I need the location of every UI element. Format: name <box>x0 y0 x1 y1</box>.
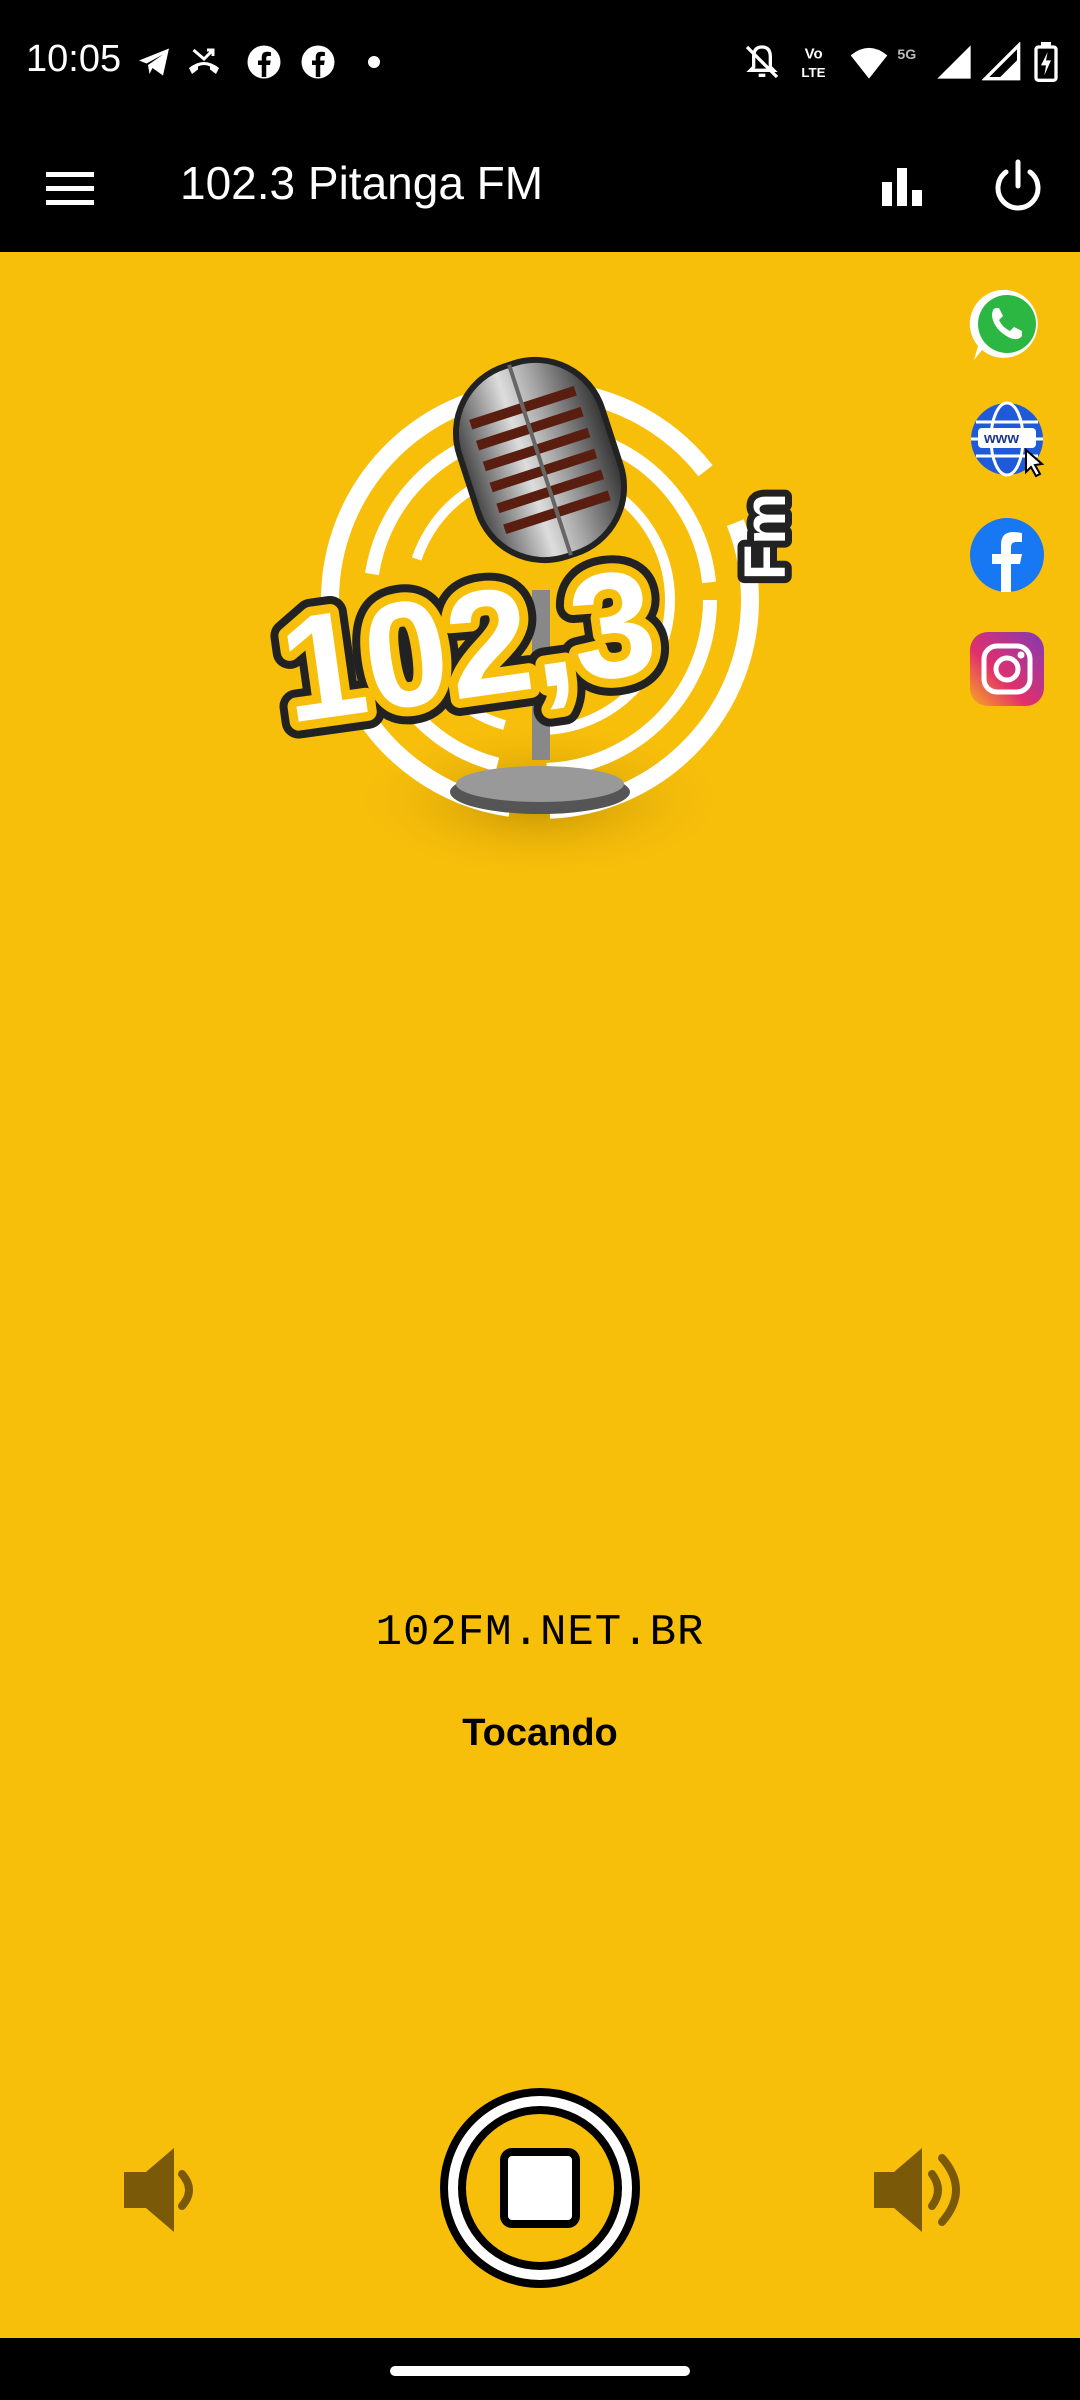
bell-off-icon <box>745 45 779 79</box>
app-bar: 102.3 Pitanga FM <box>0 126 1080 252</box>
status-bar: 10:05 Vo LTE 5G <box>0 0 1080 126</box>
5g-signal-icon <box>937 45 971 79</box>
wifi-icon <box>850 47 888 79</box>
signal-icon <box>982 42 1021 81</box>
facebook-icon <box>301 45 335 79</box>
battery-icon <box>1034 42 1058 82</box>
instagram-icon[interactable] <box>968 630 1046 708</box>
facebook-icon[interactable] <box>968 516 1046 594</box>
missed-call-icon <box>189 48 219 74</box>
site-url: 102FM.NET.BR <box>375 1608 705 1658</box>
equalizer-icon[interactable] <box>870 156 934 220</box>
volume-down-icon[interactable] <box>118 2140 204 2240</box>
dot-icon <box>368 56 380 68</box>
menu-icon[interactable] <box>40 164 100 214</box>
svg-text:Vo: Vo <box>805 46 823 63</box>
whatsapp-icon[interactable] <box>968 286 1046 364</box>
telegram-icon <box>139 48 169 76</box>
home-indicator[interactable] <box>390 2366 690 2376</box>
website-icon[interactable]: www <box>968 400 1046 478</box>
station-logo: 102,3 102,3 102,3 Fm Fm <box>253 356 805 880</box>
navigation-bar <box>0 2338 1080 2400</box>
svg-text:LTE: LTE <box>801 65 825 80</box>
app-title: 102.3 Pitanga FM <box>180 157 544 209</box>
svg-text:Fm: Fm <box>733 493 798 580</box>
power-icon[interactable] <box>986 154 1050 220</box>
playback-status: Tocando <box>462 1712 618 1754</box>
facebook-icon <box>247 45 281 79</box>
svg-text:www: www <box>983 430 1019 447</box>
svg-text:5G: 5G <box>897 47 916 63</box>
screen: 10:05 Vo LTE 5G 102.3 Pitanga FM 102,3 1… <box>0 0 1080 2400</box>
volte-icon: Vo LTE <box>801 46 825 80</box>
stop-button[interactable] <box>438 2086 642 2290</box>
volume-up-icon[interactable] <box>870 2140 970 2240</box>
status-time: 10:05 <box>26 38 122 80</box>
5g-label: 5G <box>897 47 916 63</box>
